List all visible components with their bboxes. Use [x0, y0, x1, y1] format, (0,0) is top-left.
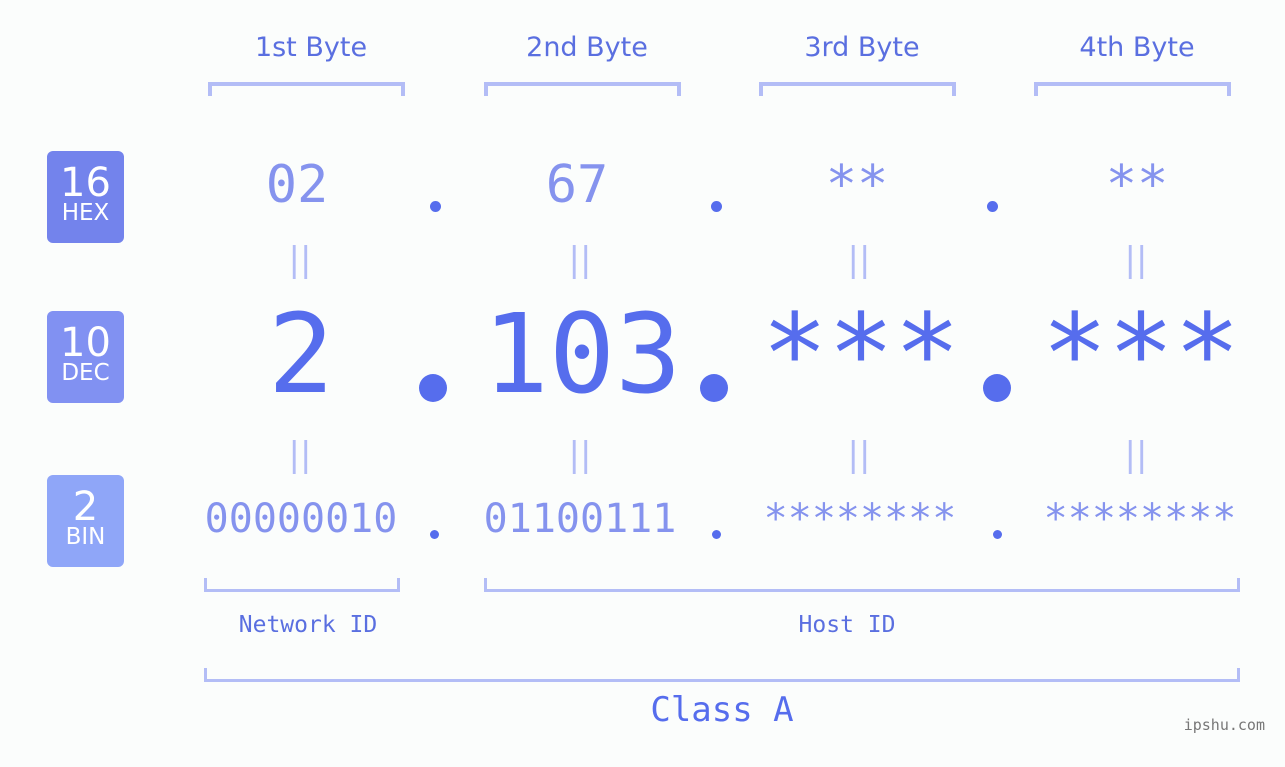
dec-separator-dot — [983, 374, 1011, 402]
equals-sign: || — [288, 435, 312, 475]
dec-value-2: 103 — [482, 290, 682, 418]
hex-badge: 16 HEX — [47, 151, 124, 243]
dec-value-3: *** — [761, 290, 961, 418]
byte-bracket-4 — [1034, 82, 1231, 96]
hex-separator-dot — [711, 201, 722, 212]
hex-value-2: 67 — [545, 155, 609, 215]
hex-badge-unit: HEX — [61, 200, 110, 226]
dec-badge-unit: DEC — [61, 360, 110, 386]
equals-sign: || — [1124, 435, 1148, 475]
dec-badge-number: 10 — [60, 320, 111, 366]
byte-label-1: 1st Byte — [254, 32, 368, 63]
bin-value-1: 00000010 — [204, 496, 398, 542]
byte-bracket-1 — [208, 82, 405, 96]
equals-sign: || — [847, 240, 871, 280]
byte-label-3: 3rd Byte — [804, 32, 920, 63]
hex-badge-number: 16 — [60, 160, 111, 206]
class-label: Class A — [650, 690, 794, 730]
equals-sign: || — [1124, 240, 1148, 280]
dec-badge: 10 DEC — [47, 311, 124, 403]
bin-value-3: ******** — [763, 496, 957, 542]
dec-value-4: *** — [1041, 290, 1241, 418]
byte-label-2: 2nd Byte — [526, 32, 648, 63]
bin-badge: 2 BIN — [47, 475, 124, 567]
byte-bracket-2 — [484, 82, 681, 96]
hex-value-1: 02 — [265, 155, 329, 215]
class-bracket — [204, 668, 1240, 682]
bin-separator-dot — [430, 530, 439, 539]
bin-badge-unit: BIN — [65, 524, 106, 550]
equals-sign: || — [288, 240, 312, 280]
bin-separator-dot — [993, 530, 1002, 539]
dec-separator-dot — [700, 374, 728, 402]
host-id-bracket — [484, 578, 1240, 592]
byte-label-4: 4th Byte — [1079, 32, 1195, 63]
equals-sign: || — [568, 240, 592, 280]
network-id-bracket — [204, 578, 400, 592]
dec-value-1: 2 — [267, 290, 335, 418]
bin-value-2: 01100111 — [483, 496, 677, 542]
bin-badge-number: 2 — [72, 484, 99, 530]
equals-sign: || — [568, 435, 592, 475]
bin-value-4: ******** — [1043, 496, 1237, 542]
hex-separator-dot — [430, 201, 441, 212]
hex-separator-dot — [987, 201, 998, 212]
byte-bracket-3 — [759, 82, 956, 96]
hex-value-3: ** — [825, 155, 889, 215]
hex-value-4: ** — [1105, 155, 1169, 215]
network-id-label: Network ID — [238, 612, 378, 638]
host-id-label: Host ID — [798, 612, 896, 638]
equals-sign: || — [847, 435, 871, 475]
dec-separator-dot — [419, 374, 447, 402]
watermark: ipshu.com — [1183, 716, 1265, 734]
bin-separator-dot — [712, 530, 721, 539]
